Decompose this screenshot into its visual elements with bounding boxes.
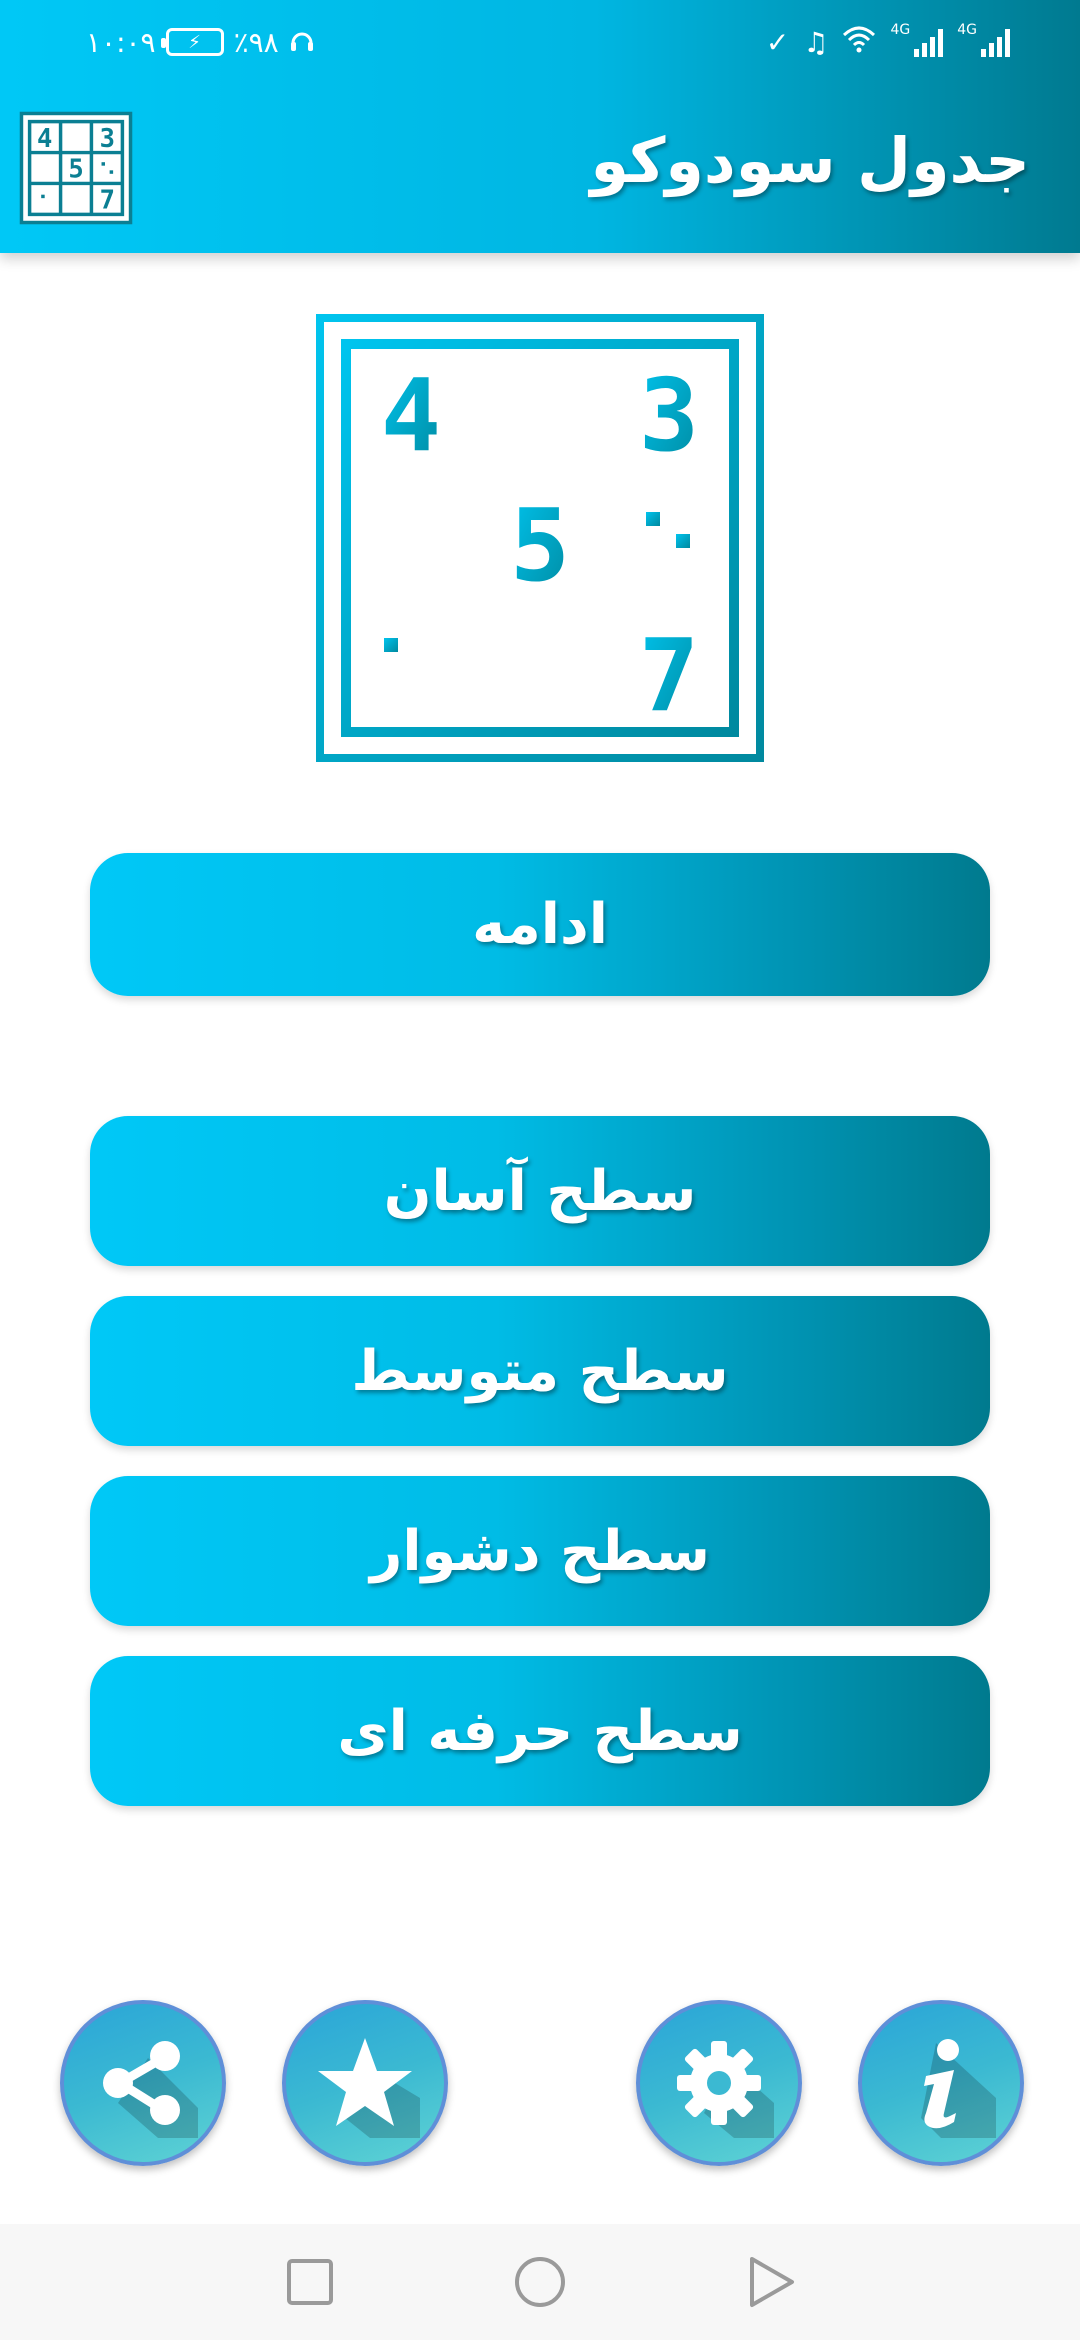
wifi-icon [842, 25, 876, 60]
share-button[interactable] [60, 2000, 226, 2166]
network-type-1: 4G [890, 22, 911, 38]
navigation-bar [0, 2224, 1080, 2340]
header-logo-digit-5: 5 [68, 154, 83, 184]
back-icon [750, 2257, 794, 2307]
music-icon: ♫ [803, 25, 829, 59]
status-bar: ۱۰:۰۹ ⚡ ٪۹۸ ✓ ♫ 4G 4G [0, 0, 1080, 84]
status-time: ۱۰:۰۹ [86, 25, 156, 59]
header-logo-digit-3: 3 [100, 124, 115, 154]
hard-level-button[interactable]: سطح دشوار [90, 1476, 990, 1626]
recent-apps-icon [287, 2259, 333, 2305]
battery-percent: ٪۹۸ [233, 25, 279, 59]
main-sudoku-logo: 4 3 5 7 [316, 314, 764, 762]
battery-icon: ⚡ [160, 28, 224, 56]
headset-icon [289, 27, 315, 57]
header: ۱۰:۰۹ ⚡ ٪۹۸ ✓ ♫ 4G 4G جدول سودوکو 4 3 5 … [0, 0, 1080, 253]
status-left: ۱۰:۰۹ ⚡ ٪۹۸ [86, 22, 315, 62]
back-button[interactable] [740, 2252, 800, 2312]
signal-icon-2 [981, 27, 1010, 57]
header-logo-digit-4: 4 [37, 124, 52, 154]
header-logo-digit-7: 7 [100, 186, 115, 216]
title-bar: جدول سودوکو 4 3 5 7 [0, 84, 1080, 253]
share-icon [103, 2041, 198, 2138]
logo-digit-7: 7 [639, 617, 699, 734]
continue-button[interactable]: ادامه [90, 853, 990, 996]
rate-button[interactable] [282, 2000, 448, 2166]
network-type-2: 4G [957, 22, 977, 38]
logo-dot [646, 512, 660, 526]
gear-icon [677, 2041, 774, 2138]
status-right: ✓ ♫ 4G 4G [766, 22, 1010, 62]
logo-digit-5: 5 [510, 487, 570, 604]
logo-dot [384, 638, 398, 652]
logo-digit-3: 3 [639, 357, 699, 474]
check-icon: ✓ [765, 25, 790, 59]
star-icon [318, 2038, 420, 2138]
easy-level-button[interactable]: سطح آسان [90, 1116, 990, 1266]
logo-digit-4: 4 [381, 357, 441, 474]
app-root: ۱۰:۰۹ ⚡ ٪۹۸ ✓ ♫ 4G 4G جدول سودوکو 4 3 5 … [0, 0, 1080, 2340]
logo-dot [676, 534, 690, 548]
app-title: جدول سودوکو [590, 124, 1030, 197]
recent-apps-button[interactable] [280, 2252, 340, 2312]
home-button[interactable] [510, 2252, 570, 2312]
medium-level-button[interactable]: سطح متوسط [90, 1296, 990, 1446]
info-icon [921, 2039, 996, 2138]
pro-level-button[interactable]: سطح حرفه ای [90, 1656, 990, 1806]
signal-icon-1 [914, 27, 944, 57]
sudoku-logo-icon: 4 3 5 7 [18, 110, 134, 226]
info-button[interactable] [858, 2000, 1024, 2166]
home-icon [515, 2257, 565, 2307]
settings-button[interactable] [636, 2000, 802, 2166]
